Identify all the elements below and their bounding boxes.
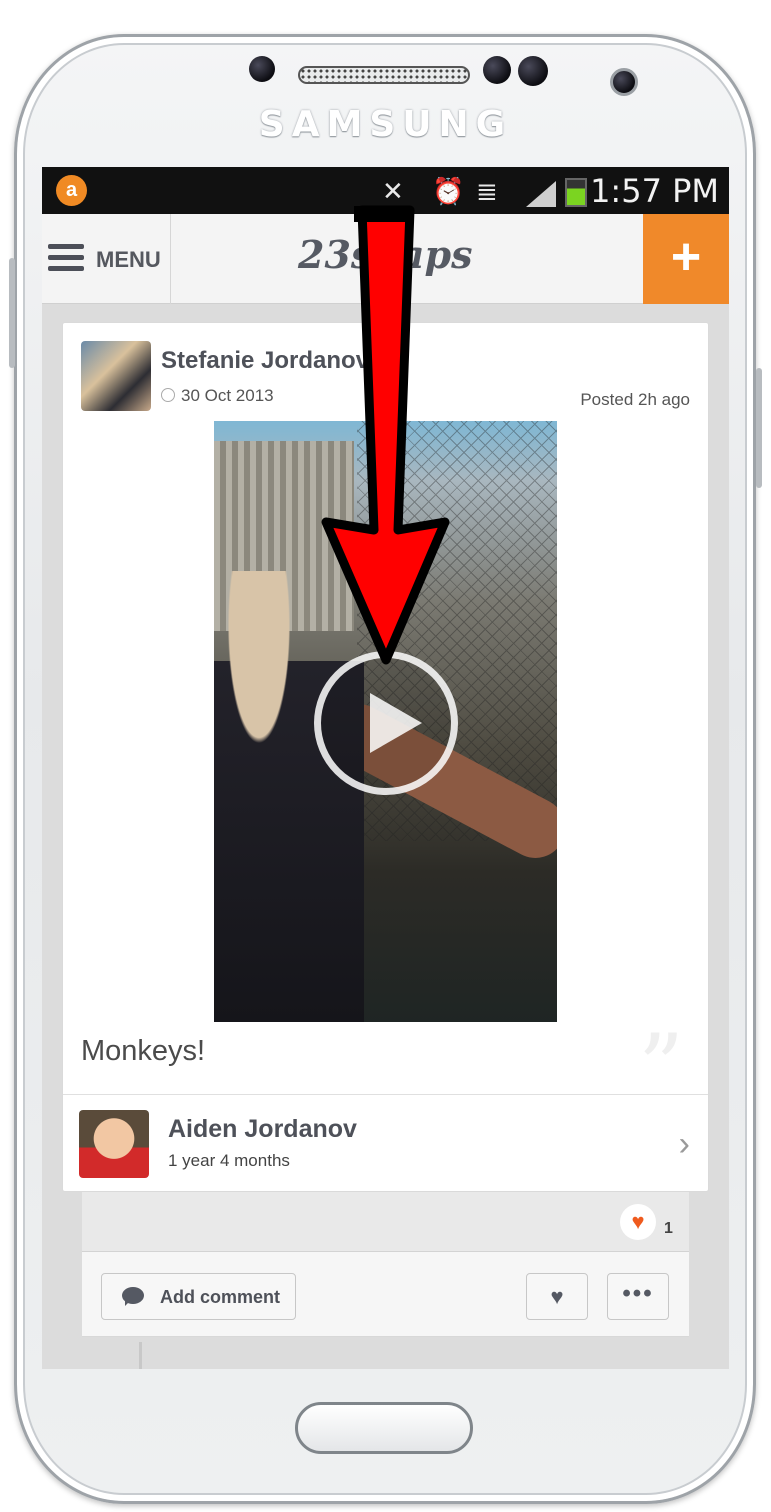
post-card: Stefanie Jordanov 30 Oct 2013 Posted 2h …	[62, 322, 709, 1192]
post-date: 30 Oct 2013	[161, 386, 274, 406]
app-logo: 23snaps	[298, 232, 473, 277]
front-camera	[610, 68, 638, 96]
child-age: 1 year 4 months	[168, 1151, 290, 1170]
power-button	[756, 368, 762, 488]
earpiece-speaker	[298, 66, 470, 84]
post-date-text: 30 Oct 2013	[181, 386, 274, 405]
light-sensor-right	[518, 56, 548, 86]
video-thumbnail[interactable]	[214, 421, 557, 1022]
volume-button	[9, 258, 15, 368]
author-name[interactable]: Stefanie Jordanov	[161, 347, 369, 375]
child-profile-link[interactable]: Aiden Jordanov 1 year 4 months ›	[63, 1094, 708, 1192]
video-scene-person	[214, 571, 364, 1022]
play-icon[interactable]	[314, 651, 458, 795]
status-time: 1:57 PM	[590, 172, 719, 210]
status-bar: a ✕ ⏰ ≣ 1:57 PM	[42, 167, 729, 214]
alarm-icon: ⏰	[432, 176, 465, 206]
author-avatar[interactable]	[81, 341, 151, 411]
screen: a ✕ ⏰ ≣ 1:57 PM MENU 23snaps + Stefanie …	[42, 167, 729, 1369]
post-caption: Monkeys!	[81, 1035, 206, 1067]
add-comment-button[interactable]: Add comment	[101, 1273, 296, 1320]
add-button[interactable]: +	[643, 214, 729, 304]
brand-logo: SAMSUNG	[258, 104, 513, 145]
proximity-sensor	[249, 56, 275, 82]
light-sensor-left	[483, 56, 511, 84]
notifications-muted-icon: ✕	[382, 176, 404, 206]
action-bar: Add comment ♥ •••	[82, 1252, 689, 1337]
likes-bar: ♥ 1	[82, 1192, 689, 1252]
speech-bubble-icon	[122, 1287, 144, 1306]
battery-icon	[565, 178, 587, 207]
heart-icon[interactable]: ♥	[620, 1204, 656, 1240]
posted-time: Posted 2h ago	[580, 390, 690, 409]
more-options-button[interactable]: •••	[607, 1273, 669, 1320]
hamburger-icon	[48, 244, 84, 272]
timeline-connector	[139, 1342, 142, 1369]
signal-icon	[526, 181, 556, 207]
app-header: MENU 23snaps +	[42, 214, 729, 304]
child-avatar	[79, 1110, 149, 1178]
add-comment-label: Add comment	[160, 1287, 281, 1307]
likes-count: 1	[664, 1220, 673, 1237]
clock-icon	[161, 388, 175, 402]
chevron-right-icon: ›	[678, 1125, 690, 1163]
menu-label: MENU	[96, 247, 161, 272]
like-button[interactable]: ♥	[526, 1273, 588, 1320]
child-name: Aiden Jordanov	[168, 1115, 357, 1143]
home-button[interactable]	[295, 1402, 473, 1454]
wifi-icon: ≣	[476, 176, 498, 206]
post-footer: ♥ 1 Add comment ♥ •••	[82, 1192, 689, 1337]
menu-button[interactable]: MENU	[42, 214, 171, 304]
circle-a-icon: a	[56, 175, 87, 206]
